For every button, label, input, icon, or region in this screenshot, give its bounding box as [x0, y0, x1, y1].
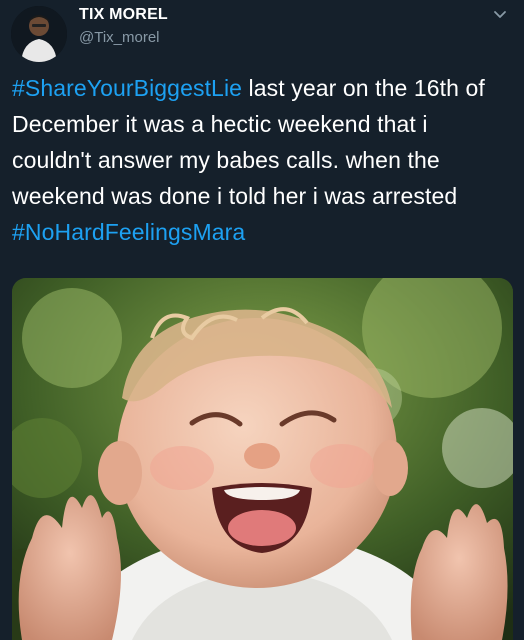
avatar-image	[11, 6, 67, 62]
laughing-baby-photo	[12, 278, 513, 640]
tweet-media-image[interactable]	[12, 278, 513, 640]
hashtag-link[interactable]: #ShareYourBiggestLie	[12, 75, 242, 101]
chevron-down-icon[interactable]	[490, 4, 510, 24]
user-handle[interactable]: @Tix_morel	[79, 29, 160, 46]
display-name[interactable]: TIX MOREL	[79, 6, 168, 24]
tweet-text: #ShareYourBiggestLie last year on the 16…	[12, 70, 512, 250]
hashtag-link[interactable]: #NoHardFeelingsMara	[12, 219, 245, 245]
avatar[interactable]	[11, 6, 67, 62]
